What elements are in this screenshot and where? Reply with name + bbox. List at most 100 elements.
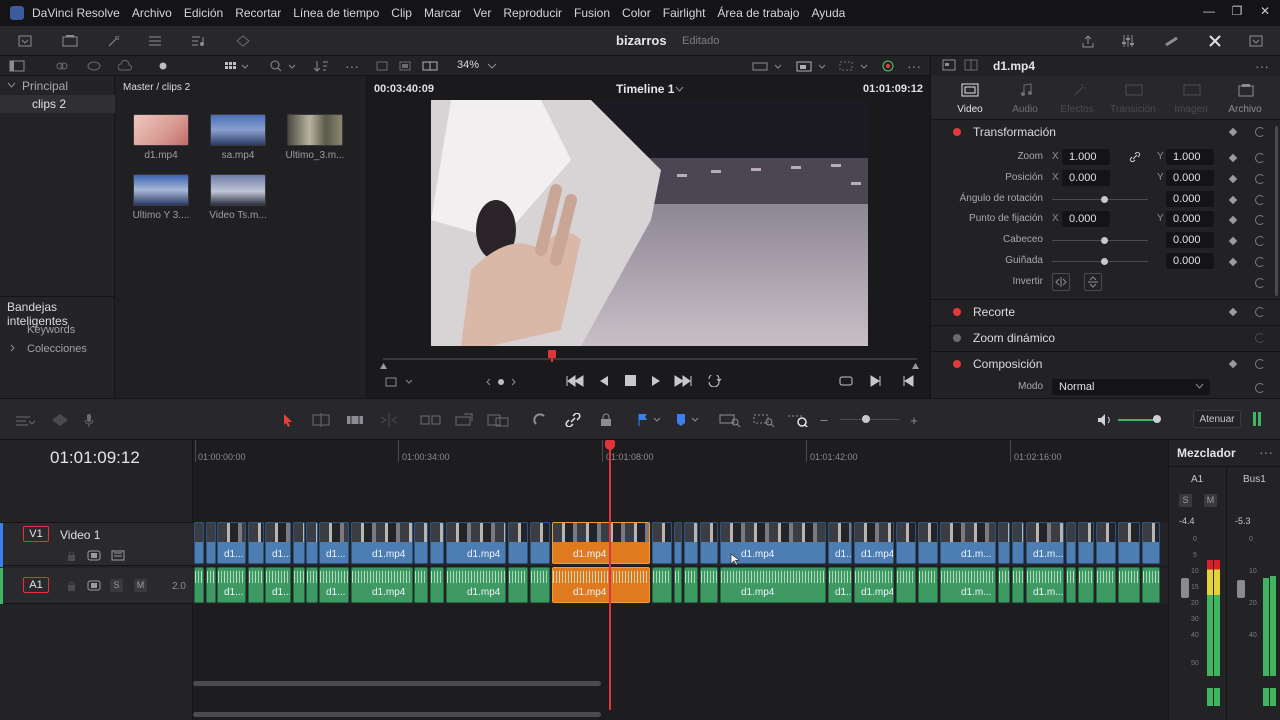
audio-clip[interactable]: d1... — [265, 567, 291, 603]
chevron-down-icon[interactable] — [6, 82, 16, 88]
zoom-in-icon[interactable]: + — [908, 411, 920, 429]
image-tab-icon[interactable] — [1181, 83, 1203, 97]
video-clip[interactable] — [430, 522, 444, 564]
timeline-name[interactable]: Timeline 1 — [616, 82, 674, 96]
menu-recortar[interactable]: Recortar — [235, 6, 281, 20]
transition-tab-icon[interactable] — [1123, 83, 1145, 97]
timeline-view-options-icon[interactable] — [750, 58, 784, 74]
timeline-playhead-line[interactable] — [609, 448, 611, 710]
video-clip[interactable] — [206, 522, 216, 564]
out-point-icon[interactable] — [911, 363, 919, 369]
reset-icon[interactable] — [1255, 383, 1265, 393]
metadata-icon[interactable] — [1162, 32, 1182, 50]
bus-fader[interactable] — [1237, 580, 1245, 598]
audio-clip[interactable] — [414, 567, 428, 603]
first-frame-icon[interactable] — [565, 375, 585, 387]
reset-icon[interactable] — [1255, 127, 1265, 137]
next-edit-icon[interactable] — [869, 375, 883, 387]
video-clip[interactable]: d1... — [265, 522, 291, 564]
video-clip[interactable] — [194, 522, 204, 564]
in-point-icon[interactable] — [379, 363, 387, 369]
cinema-mode-icon[interactable] — [397, 58, 413, 74]
media-pool-toggle-icon[interactable] — [15, 32, 35, 50]
viewer-more-icon[interactable]: ··· — [905, 58, 923, 74]
audio-clip[interactable] — [684, 567, 698, 603]
clip-thumbnail[interactable] — [210, 174, 266, 206]
audio-clip[interactable]: d1.mp4 — [351, 567, 413, 603]
section-dynamic-zoom[interactable]: Zoom dinámico — [931, 325, 1280, 349]
dual-viewer-icon[interactable] — [421, 58, 439, 74]
reset-icon[interactable] — [1255, 174, 1265, 184]
bypass-color-icon[interactable] — [879, 58, 897, 74]
chevron-down-icon[interactable] — [486, 58, 498, 74]
audio-clip[interactable] — [652, 567, 672, 603]
smart-bin-keywords[interactable]: Keywords — [27, 324, 75, 336]
auto-select-icon[interactable] — [86, 550, 102, 561]
menu-archivo[interactable]: Archivo — [132, 6, 172, 20]
pitch-field[interactable]: 0.000 — [1166, 232, 1214, 248]
clip-thumbnail[interactable] — [133, 174, 189, 206]
position-lock-icon[interactable] — [598, 411, 614, 429]
flip-horizontal-icon[interactable] — [1052, 273, 1070, 291]
inspector-split-icon[interactable] — [963, 59, 979, 71]
menu-linea-tiempo[interactable]: Línea de tiempo — [293, 6, 379, 20]
audio-clip[interactable] — [1066, 567, 1076, 603]
mixer-toggle-icon[interactable] — [1118, 32, 1138, 50]
previous-edit-icon[interactable] — [901, 375, 915, 387]
flip-vertical-icon[interactable] — [1084, 273, 1102, 291]
video-clip[interactable] — [674, 522, 682, 564]
rotation-field[interactable]: 0.000 — [1166, 191, 1214, 207]
marker-icon[interactable] — [674, 411, 702, 429]
custom-zoom-icon[interactable] — [786, 411, 810, 429]
volume-slider-handle[interactable] — [1153, 415, 1161, 423]
last-frame-icon[interactable] — [673, 375, 693, 387]
position-x-field[interactable]: 0.000 — [1062, 170, 1110, 186]
video-clip[interactable] — [306, 522, 318, 564]
close-button[interactable]: ✕ — [1250, 4, 1280, 22]
speaker-icon[interactable] — [1096, 411, 1114, 429]
zoom-slider[interactable] — [840, 419, 900, 420]
menu-marcar[interactable]: Marcar — [424, 6, 461, 20]
video-clip[interactable] — [414, 522, 428, 564]
play-reverse-icon[interactable] — [597, 375, 611, 387]
clip-thumbnail[interactable] — [287, 114, 343, 146]
inspector-scrollbar[interactable] — [1275, 126, 1278, 296]
mixer-more-icon[interactable]: ··· — [1257, 444, 1275, 460]
audio-clip[interactable] — [918, 567, 938, 603]
keyframe-diamond-icon[interactable] — [1228, 236, 1238, 246]
menu-ayuda[interactable]: Ayuda — [811, 6, 845, 20]
audio-clip[interactable]: d1.mp4 — [854, 567, 894, 603]
audio-clip[interactable] — [1118, 567, 1140, 603]
effects-icon[interactable] — [104, 32, 124, 50]
microphone-icon[interactable] — [82, 411, 96, 429]
a1-fader[interactable] — [1181, 578, 1189, 598]
tab-video[interactable]: Video — [942, 104, 998, 115]
section-enabled-dot[interactable] — [953, 360, 961, 368]
stop-icon[interactable] — [623, 375, 637, 386]
inspector-toggle-icon[interactable] — [1205, 32, 1225, 50]
keyframe-diamond-icon[interactable] — [1228, 153, 1238, 163]
anchor-x-field[interactable]: 0.000 — [1062, 211, 1110, 227]
tab-efectos[interactable]: Efectos — [1049, 104, 1105, 115]
menu-color[interactable]: Color — [622, 6, 651, 20]
maximize-button[interactable]: ❐ — [1222, 4, 1252, 22]
audio-clip[interactable]: d1.mp4 — [446, 567, 506, 603]
timeline-timecode[interactable]: 01:01:09:12 — [50, 448, 140, 468]
timeline-ruler[interactable]: 01:00:00:00 01:00:34:00 01:01:08:00 01:0… — [193, 440, 1168, 462]
chevron-down-icon[interactable] — [674, 86, 684, 92]
mixer-solo-button[interactable]: S — [1179, 494, 1192, 507]
video-clip[interactable]: d1.mp4 — [351, 522, 413, 564]
chevron-right-icon[interactable] — [9, 344, 15, 352]
audio-clip[interactable]: d1... — [217, 567, 246, 603]
reset-icon[interactable] — [1255, 359, 1265, 369]
menu-edicion[interactable]: Edición — [184, 6, 223, 20]
menu-reproducir[interactable]: Reproducir — [503, 6, 562, 20]
section-crop[interactable]: Recorte — [931, 299, 1280, 323]
audio-clip[interactable] — [206, 567, 216, 603]
video-clip[interactable] — [508, 522, 528, 564]
match-frame-icon[interactable] — [837, 375, 855, 387]
trim-tool-icon[interactable] — [310, 411, 332, 429]
mute-track-button[interactable]: M — [134, 579, 147, 592]
track-id-a1[interactable]: A1 — [23, 577, 49, 593]
zoom-slider-handle[interactable] — [862, 415, 870, 423]
